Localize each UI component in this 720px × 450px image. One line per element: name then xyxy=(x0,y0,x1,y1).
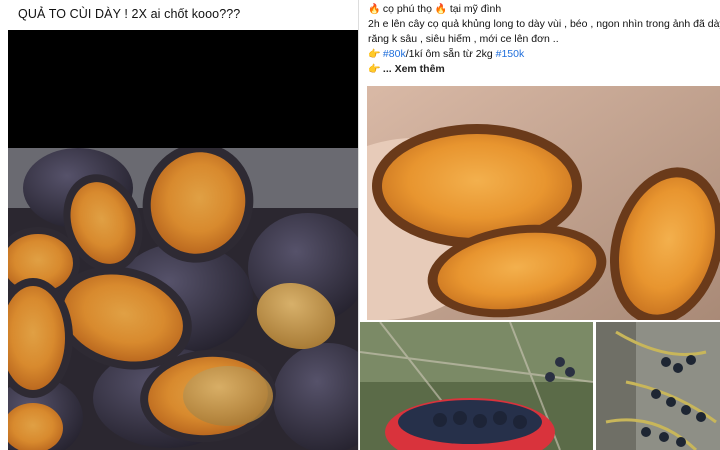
fire-icon: 🔥 xyxy=(434,4,448,15)
see-more-link[interactable]: ... Xem thêm xyxy=(383,63,445,75)
palm-fruit-cluster-illustration xyxy=(596,322,720,450)
price-text: /1kí ôm sẵn từ 2kg xyxy=(405,48,493,60)
pointing-hand-icon: 👉 xyxy=(368,49,381,60)
hashtag-150k[interactable]: #150k xyxy=(496,48,525,60)
basket-illustration xyxy=(360,322,593,450)
price-line: 👉 #80k/1kí ôm sẵn từ 2kg #150k xyxy=(368,47,720,62)
fire-icon: 🔥 xyxy=(368,4,381,15)
post-body-line: 2h e lên cây cọ quả khủng long to dày vù… xyxy=(368,18,720,30)
post-title-part2: tại mỹ đình xyxy=(449,3,502,15)
black-banner xyxy=(8,30,358,148)
photo-basket[interactable] xyxy=(360,322,593,450)
fruit-in-hand-illustration xyxy=(367,86,720,320)
halved-fruit-illustration xyxy=(8,148,358,450)
see-more-line: 👉 ... Xem thêm xyxy=(368,62,720,77)
post-text: 🔥 cọ phú thọ 🔥 tại mỹ đình 2h e lên cây … xyxy=(368,0,720,77)
post-title-part1: cọ phú thọ xyxy=(382,3,432,15)
fruit-photo[interactable] xyxy=(8,148,358,450)
post-title-line: 🔥 cọ phú thọ 🔥 tại mỹ đình xyxy=(368,2,720,17)
photo-palm-tree[interactable] xyxy=(596,322,720,450)
hashtag-80k[interactable]: #80k xyxy=(383,48,406,60)
right-post: 🔥 cọ phú thọ 🔥 tại mỹ đình 2h e lên cây … xyxy=(360,0,720,450)
pointing-hand-icon: 👉 xyxy=(368,64,381,75)
left-post: QUẢ TO CÙI DÀY ! 2X ai chốt kooo??? xyxy=(0,0,359,450)
post-body-line: răng k sâu , siêu hiếm , mới ce lên đơn … xyxy=(368,33,559,45)
photo-fruit-in-hand[interactable] xyxy=(367,86,720,320)
post-caption: QUẢ TO CÙI DÀY ! 2X ai chốt kooo??? xyxy=(18,7,241,21)
